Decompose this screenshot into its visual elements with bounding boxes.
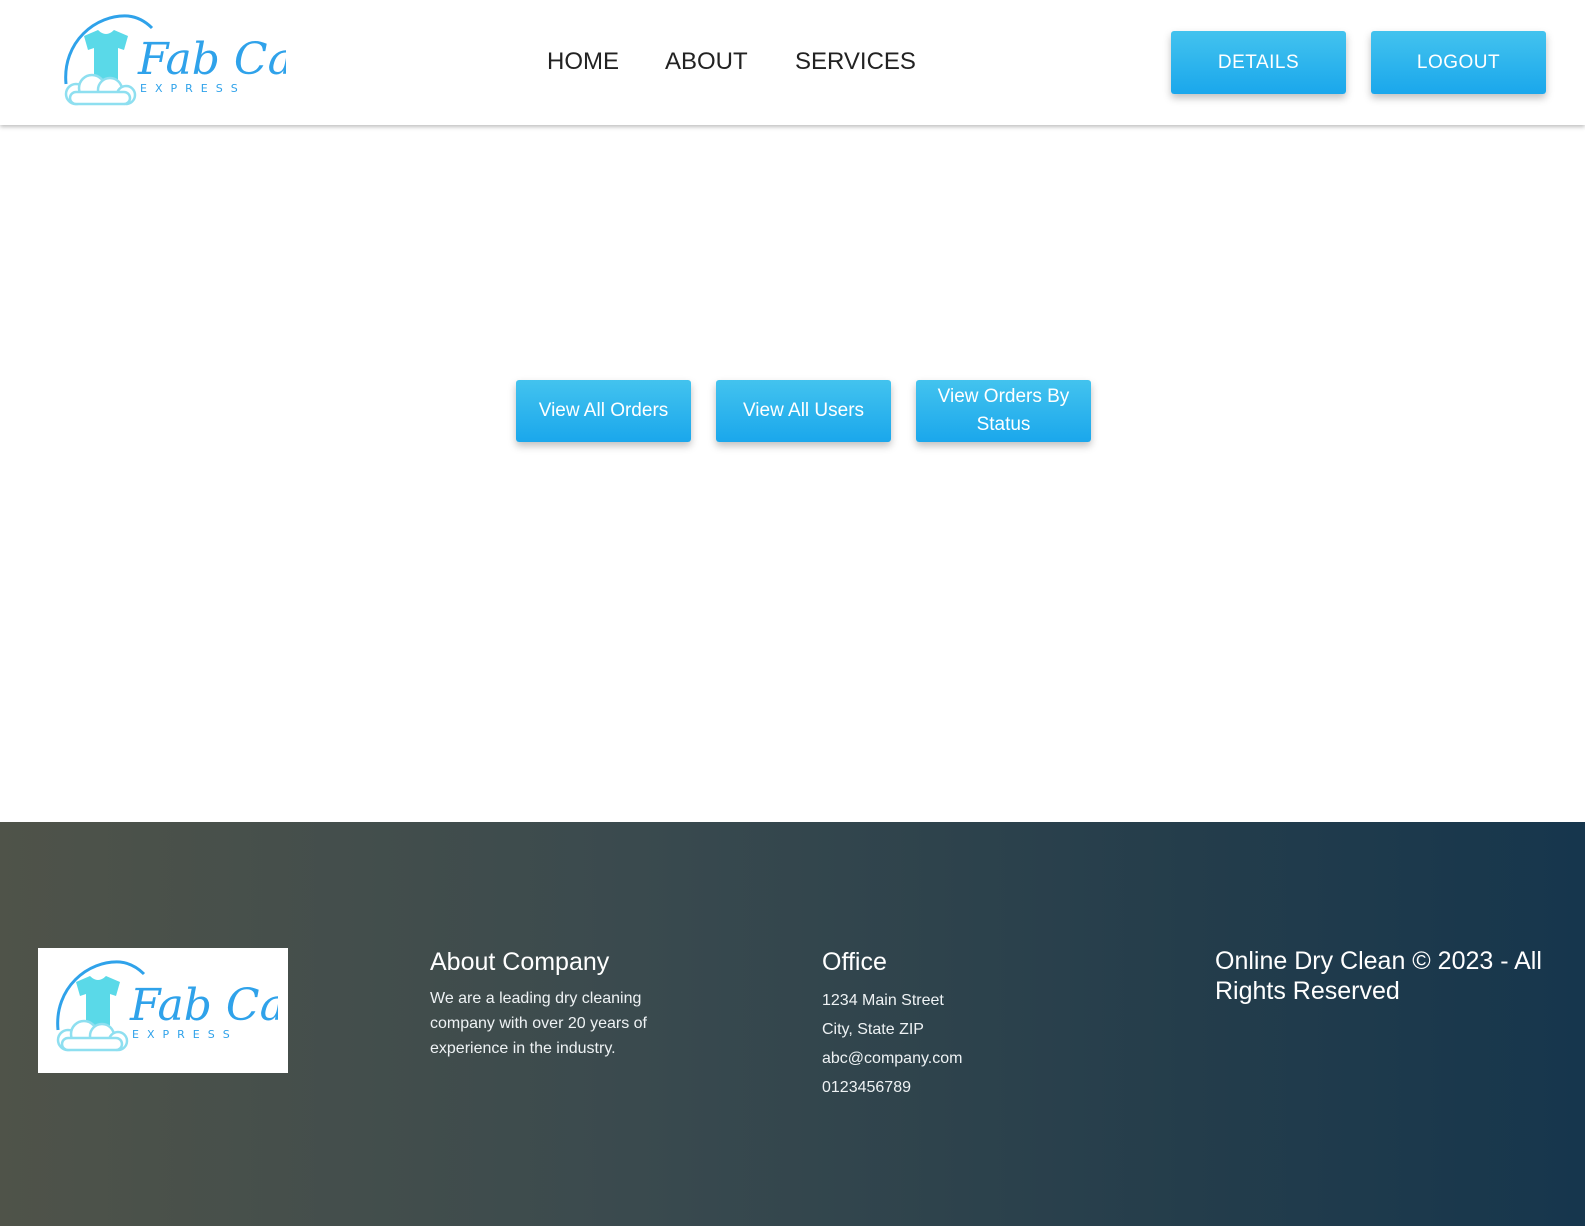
footer-about-section: About Company We are a leading dry clean… xyxy=(430,946,690,1061)
footer-about-text: We are a leading dry cleaning company wi… xyxy=(430,990,647,1057)
site-header: Fab Care EXPRESS HOME ABOUT SERVICES DET… xyxy=(0,0,1585,125)
footer-logo-container: Fab Care EXPRESS xyxy=(38,948,288,1073)
footer-copyright-section: Online Dry Clean © 2023 - All Rights Res… xyxy=(1215,946,1565,1006)
view-all-orders-button[interactable]: View All Orders xyxy=(516,380,691,442)
logout-button[interactable]: LOGOUT xyxy=(1371,31,1546,94)
footer-copyright-text: Online Dry Clean © 2023 - All Rights Res… xyxy=(1215,947,1542,1005)
footer-email: abc@company.com xyxy=(822,1050,963,1067)
view-all-users-button[interactable]: View All Users xyxy=(716,380,891,442)
footer-address-line2: City, State ZIP xyxy=(822,1021,924,1038)
nav-about-link[interactable]: ABOUT xyxy=(665,44,748,80)
brand-name-text: Fab Care xyxy=(137,34,286,85)
footer-office-heading: Office xyxy=(822,948,887,976)
footer-office-section: Office 1234 Main Street City, State ZIP … xyxy=(822,946,1082,1102)
nav-home-link[interactable]: HOME xyxy=(547,44,619,80)
brand-tagline-text: EXPRESS xyxy=(140,82,246,95)
site-footer: Fab Care EXPRESS About Company We are a … xyxy=(0,822,1585,1226)
footer-brand-logo: Fab Care EXPRESS xyxy=(56,960,278,1052)
view-orders-by-status-button[interactable]: View Orders By Status xyxy=(916,380,1091,442)
nav-services-link[interactable]: SERVICES xyxy=(795,44,916,80)
brand-logo[interactable]: Fab Care EXPRESS xyxy=(56,12,286,110)
footer-about-heading: About Company xyxy=(430,948,610,976)
footer-brand-tagline-text: EXPRESS xyxy=(132,1028,238,1041)
footer-address-line1: 1234 Main Street xyxy=(822,992,944,1009)
footer-brand-name-text: Fab Care xyxy=(129,980,278,1031)
footer-phone: 0123456789 xyxy=(822,1079,911,1096)
details-button[interactable]: DETAILS xyxy=(1171,31,1346,94)
